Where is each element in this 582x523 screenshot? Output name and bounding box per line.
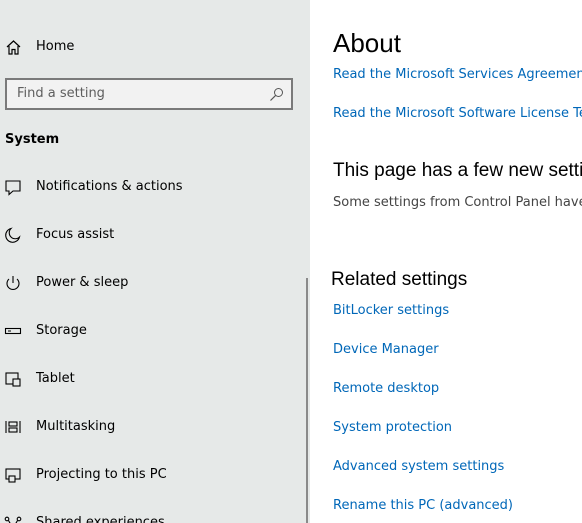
advanced-system-settings-link[interactable]: Advanced system settings [333,459,504,474]
sidebar-item-label: Power & sleep [36,275,129,290]
home-icon [5,39,22,56]
license-terms-link[interactable]: Read the Microsoft Software License Term… [333,106,582,121]
sidebar: Home Find a setting System Notifications… [0,0,310,523]
power-icon [4,274,22,292]
sidebar-item-tablet[interactable]: Tablet [0,359,300,399]
sidebar-item-multitasking[interactable]: Multitasking [0,407,300,447]
multitasking-icon [4,418,22,436]
system-protection-link[interactable]: System protection [333,420,452,435]
rename-pc-link[interactable]: Rename this PC (advanced) [333,498,513,513]
sidebar-item-home[interactable]: Home [0,32,300,62]
notification-icon [4,178,22,196]
tablet-icon [4,370,22,388]
device-manager-link[interactable]: Device Manager [333,342,439,357]
sidebar-scrollbar[interactable] [306,278,308,523]
sidebar-item-label: Notifications & actions [36,179,183,194]
share-icon [4,514,22,523]
bitlocker-settings-link[interactable]: BitLocker settings [333,303,449,318]
projector-icon [4,466,22,484]
services-agreement-link[interactable]: Read the Microsoft Services Agreement th… [333,67,582,82]
sidebar-item-shared-experiences[interactable]: Shared experiences [0,503,300,523]
sidebar-item-storage[interactable]: Storage [0,311,300,351]
sidebar-item-label: Home [36,39,75,54]
main-content: About Read the Microsoft Services Agreem… [310,0,582,523]
sidebar-item-label: Focus assist [36,227,115,242]
page-title: About [333,28,401,58]
storage-icon [4,322,22,340]
sidebar-item-projecting[interactable]: Projecting to this PC [0,455,300,495]
search-placeholder: Find a setting [17,86,105,101]
sidebar-item-label: Storage [36,323,87,338]
related-settings-heading: Related settings [331,269,468,290]
section-heading: System [5,132,60,147]
sidebar-item-notifications[interactable]: Notifications & actions [0,167,300,207]
settings-window: Home Find a setting System Notifications… [0,0,582,523]
new-settings-heading: This page has a few new settings [333,160,582,181]
moon-icon [4,226,22,244]
new-settings-body: Some settings from Control Panel have mo… [333,195,582,210]
remote-desktop-link[interactable]: Remote desktop [333,381,439,396]
sidebar-item-label: Tablet [36,371,75,386]
sidebar-item-power-sleep[interactable]: Power & sleep [0,263,300,303]
search-input[interactable]: Find a setting [5,78,293,110]
sidebar-item-label: Shared experiences [36,515,165,523]
search-icon[interactable] [269,87,284,102]
sidebar-item-label: Multitasking [36,419,116,434]
sidebar-item-focus-assist[interactable]: Focus assist [0,215,300,255]
sidebar-item-label: Projecting to this PC [36,467,167,482]
